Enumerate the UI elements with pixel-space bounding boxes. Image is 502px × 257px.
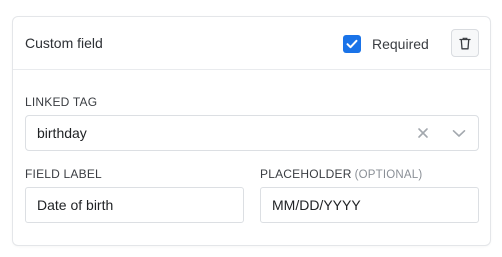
linked-tag-value: birthday: [37, 125, 87, 141]
required-checkbox[interactable]: [343, 35, 361, 53]
card-header: Custom field Required: [13, 17, 490, 70]
delete-field-button[interactable]: [451, 29, 479, 57]
chevron-down-icon: [452, 129, 466, 137]
custom-field-card: Custom field Required LINKED TAG birthda…: [12, 16, 491, 246]
required-label: Required: [372, 36, 429, 52]
clear-selection-button[interactable]: [416, 126, 430, 140]
trash-icon: [459, 37, 471, 49]
checkmark-icon: [346, 39, 358, 49]
linked-tag-label: LINKED TAG: [25, 95, 98, 109]
field-label-input[interactable]: [25, 187, 244, 223]
required-toggle[interactable]: Required: [343, 34, 429, 54]
close-icon: [418, 128, 428, 138]
placeholder-label-text: PLACEHOLDER: [260, 167, 352, 181]
field-label-label: FIELD LABEL: [25, 167, 102, 181]
placeholder-label: PLACEHOLDER (OPTIONAL): [260, 167, 422, 181]
linked-tag-select[interactable]: birthday: [25, 115, 479, 151]
dropdown-toggle[interactable]: [451, 126, 467, 140]
optional-note: (OPTIONAL): [354, 169, 423, 181]
placeholder-input[interactable]: [260, 187, 479, 223]
card-title: Custom field: [25, 35, 103, 51]
